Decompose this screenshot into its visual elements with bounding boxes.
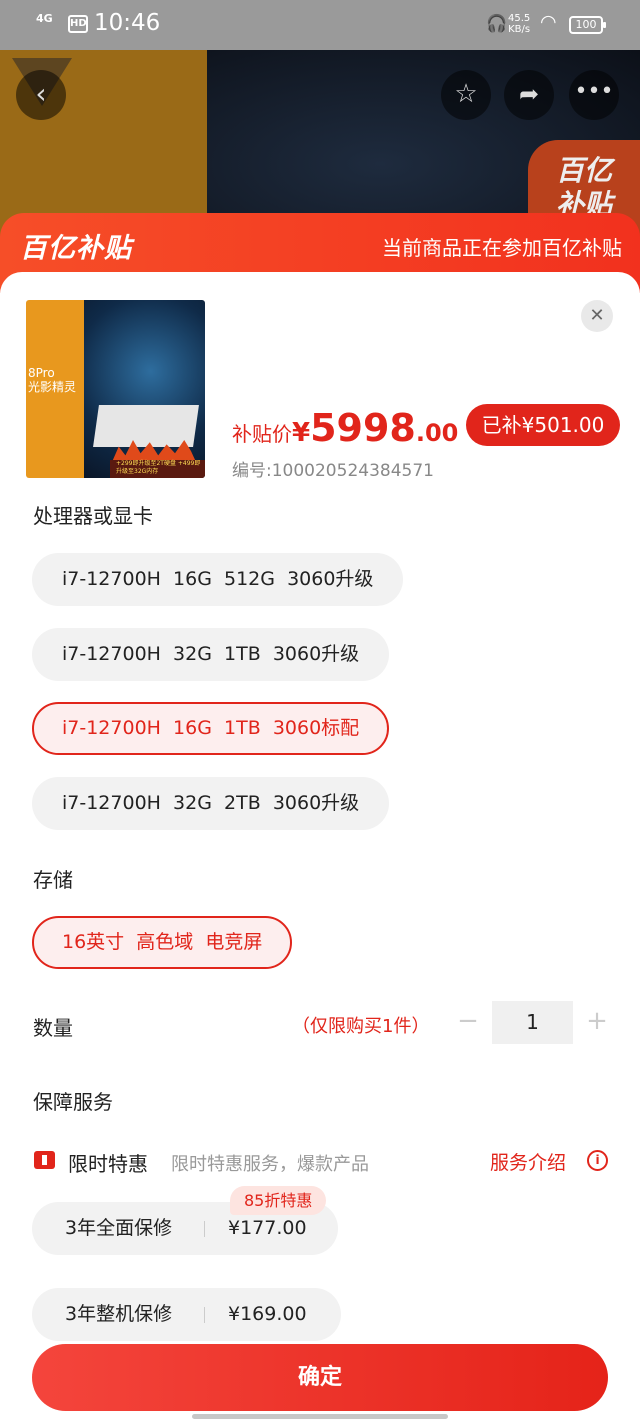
storage-chip-selected[interactable]: 16英寸 高色域 电竞屏 (32, 916, 293, 969)
back-icon[interactable]: ‹ (16, 70, 66, 120)
thumb-caption: 8Pro 光影精灵 (28, 366, 77, 394)
network-speed: 45.5 KB/s (508, 13, 531, 35)
product-sku: 编号:100020524384571 (232, 461, 434, 481)
subsidy-price: 补贴价¥5998.00 (232, 406, 459, 450)
service-section-title: 保障服务 (33, 1090, 113, 1114)
option-chip[interactable]: i7-12700H 32G 2TB 3060升级 (32, 777, 390, 830)
headphone-icon: 🎧 (486, 14, 508, 34)
wifi-icon: ◠ (540, 11, 557, 33)
service-name: 3年全面保修 (65, 1217, 173, 1239)
service-price: ¥169.00 (228, 1303, 307, 1325)
subsidy-logo: 百亿补贴 (20, 233, 132, 264)
promo-title: 限时特惠 (68, 1152, 148, 1176)
discount-badge: 85折特惠 (230, 1186, 327, 1215)
more-icon[interactable]: ••• (569, 70, 619, 120)
status-bar: 4G HD 10:46 🎧 45.5 KB/s ◠ 100 (0, 0, 640, 50)
processor-section-title: 处理器或显卡 (33, 504, 153, 528)
info-icon[interactable]: i (587, 1150, 608, 1171)
option-chip-selected[interactable]: i7-12700H 16G 1TB 3060标配 (32, 702, 390, 755)
service-option[interactable]: 3年整机保修 ¥169.00 (32, 1288, 341, 1341)
home-indicator[interactable] (192, 1414, 448, 1419)
option-chip[interactable]: i7-12700H 32G 1TB 3060升级 (32, 628, 390, 681)
battery-icon: 100 (569, 16, 606, 34)
star-icon[interactable]: ☆ (441, 70, 491, 120)
quantity-label: 数量 (33, 1016, 73, 1040)
thumb-footer: +299即升级至2T硬盘 +499即升级至32G内存 (110, 460, 205, 478)
option-chip[interactable]: i7-12700H 16G 512G 3060升级 (32, 553, 404, 606)
quantity-input[interactable]: 1 (492, 1001, 573, 1044)
minus-button[interactable]: − (456, 1006, 480, 1036)
promo-description: 限时特惠服务，爆款产品 (171, 1154, 369, 1175)
service-intro-link[interactable]: 服务介绍 (490, 1148, 566, 1175)
storage-section-title: 存储 (33, 868, 73, 892)
hd-badge: HD (68, 15, 88, 33)
promo-icon (34, 1151, 55, 1169)
close-icon[interactable]: ✕ (581, 300, 613, 332)
plus-button[interactable]: + (585, 1006, 609, 1036)
share-icon[interactable]: ➦ (504, 70, 554, 120)
signal-indicator: 4G (36, 12, 53, 25)
clock: 10:46 (94, 10, 161, 36)
subsidy-amount-badge: 已补¥501.00 (466, 404, 620, 446)
product-hero-image: ‹ ☆ ➦ ••• 百亿 补贴 (0, 50, 640, 240)
product-thumbnail: 8Pro 光影精灵 +299即升级至2T硬盘 +499即升级至32G内存 (26, 300, 205, 478)
service-name: 3年整机保修 (65, 1303, 173, 1325)
confirm-button[interactable]: 确定 (32, 1344, 608, 1411)
subsidy-notice: 当前商品正在参加百亿补贴 (382, 236, 622, 260)
quantity-limit-note: （仅限购买1件） (292, 1016, 430, 1037)
